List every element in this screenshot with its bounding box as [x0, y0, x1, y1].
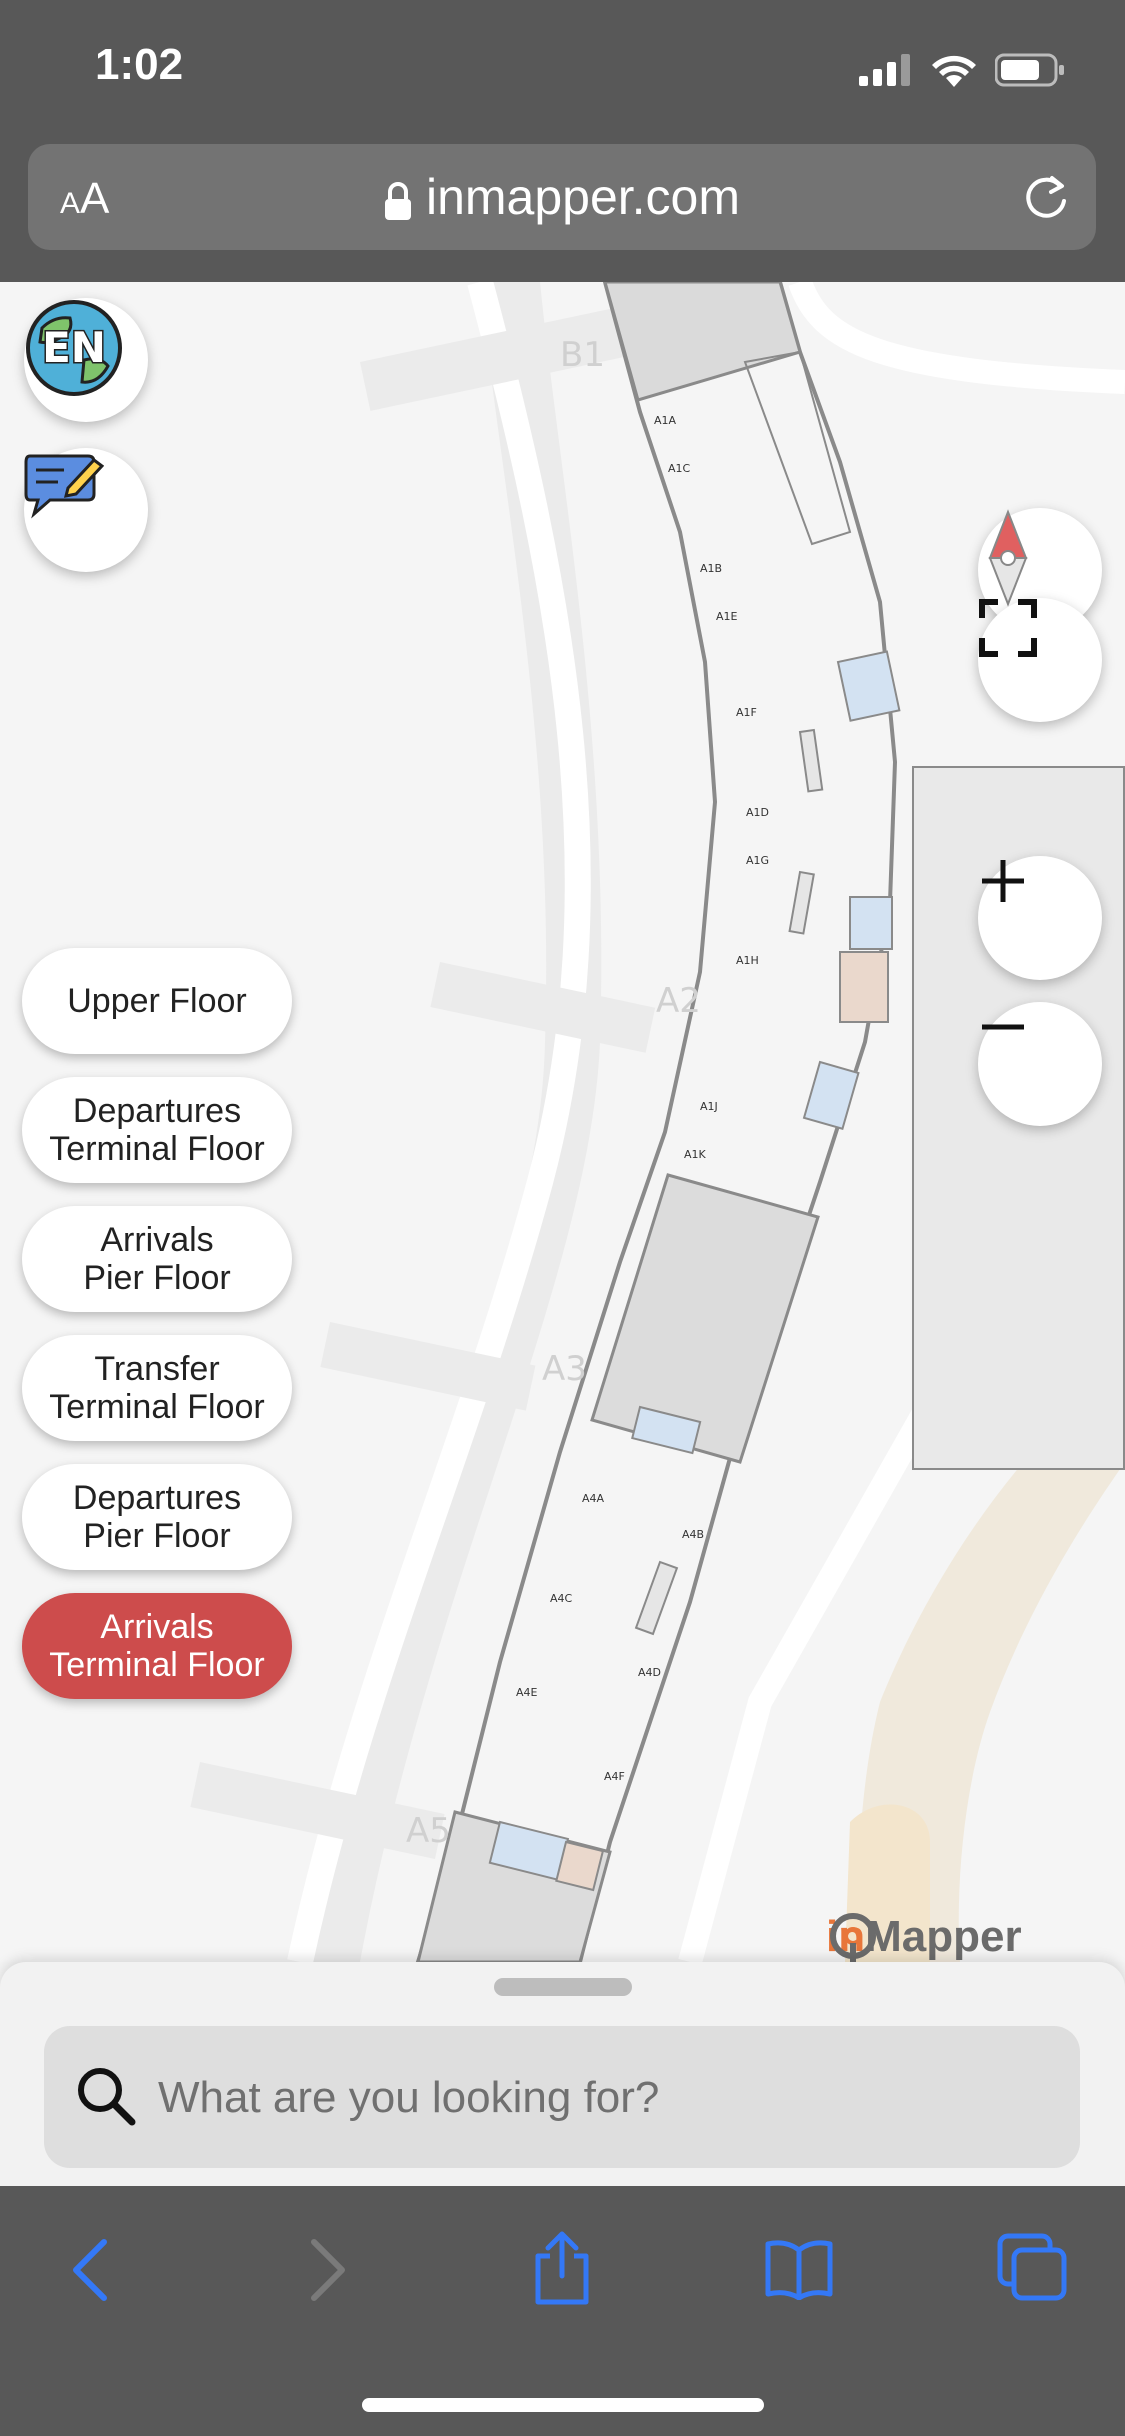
lock-icon: [384, 181, 411, 220]
sheet-drag-handle[interactable]: [494, 1978, 632, 1996]
plus-icon: [982, 860, 1024, 902]
gate-label[interactable]: A1F: [736, 706, 757, 719]
minus-icon: [982, 1024, 1024, 1030]
compass-icon: [988, 509, 1028, 607]
fullscreen-button[interactable]: [978, 598, 1102, 722]
gate-label[interactable]: A4E: [516, 1686, 538, 1699]
inmapper-logo: inMapper: [826, 1912, 1022, 1962]
feedback-button[interactable]: [24, 448, 148, 572]
floor-button-departures-terminal[interactable]: Departures Terminal Floor: [22, 1077, 292, 1183]
signal-icon: [859, 54, 910, 86]
battery-icon: [995, 53, 1064, 87]
gate-label[interactable]: A1D: [746, 806, 769, 819]
zone-label: A5: [406, 1811, 451, 1851]
url-display[interactable]: inmapper.com: [28, 168, 1096, 226]
gate-label[interactable]: A4C: [550, 1592, 573, 1605]
gate-label[interactable]: A4D: [638, 1666, 661, 1679]
gate-label[interactable]: A1A: [654, 414, 677, 427]
search-box[interactable]: [44, 2026, 1080, 2168]
gate-label[interactable]: A1G: [746, 854, 769, 867]
gate-label[interactable]: A1B: [700, 562, 722, 575]
zone-label: B1: [560, 335, 605, 375]
back-icon[interactable]: [70, 2238, 110, 2302]
address-bar-area: AA inmapper.com: [0, 140, 1125, 282]
floor-button-transfer-terminal[interactable]: Transfer Terminal Floor: [22, 1335, 292, 1441]
gate-label[interactable]: A4A: [582, 1492, 605, 1505]
globe-icon: EN: [26, 300, 122, 396]
wifi-icon: [932, 55, 976, 87]
floor-button-arrivals-terminal[interactable]: Arrivals Terminal Floor: [22, 1593, 292, 1699]
status-time: 1:02: [95, 40, 184, 89]
status-icons: [859, 48, 1065, 92]
zoom-in-button[interactable]: [978, 856, 1102, 980]
zoom-out-button[interactable]: [978, 1002, 1102, 1126]
search-input[interactable]: [156, 2054, 1040, 2142]
gate-label[interactable]: A1J: [700, 1100, 718, 1113]
forward-icon[interactable]: [308, 2238, 348, 2302]
search-sheet: [0, 1962, 1125, 2186]
map-pin-icon: [830, 1913, 876, 1962]
search-icon: [78, 2068, 136, 2126]
bookmarks-icon[interactable]: [764, 2238, 834, 2300]
zone-label: A3: [542, 1349, 587, 1389]
floor-button-arrivals-pier[interactable]: Arrivals Pier Floor: [22, 1206, 292, 1312]
gate-label[interactable]: A4B: [682, 1528, 704, 1541]
address-bar[interactable]: AA inmapper.com: [28, 144, 1096, 250]
gate-label[interactable]: A4F: [604, 1770, 625, 1783]
language-label: EN: [42, 323, 106, 372]
status-bar: 1:02: [0, 0, 1125, 140]
floor-button-upper[interactable]: Upper Floor: [22, 948, 292, 1054]
gate-label[interactable]: A1E: [716, 610, 738, 623]
map-view[interactable]: B1 A2 A3 A5 A1A A1C A1B A1E A1F A1D A1G …: [0, 282, 1125, 1962]
url-text: inmapper.com: [425, 169, 741, 225]
zone-label: A2: [656, 981, 701, 1021]
gate-label[interactable]: A1K: [684, 1148, 707, 1161]
fullscreen-icon: [979, 599, 1037, 657]
gate-label[interactable]: A1H: [736, 954, 759, 967]
reload-icon[interactable]: [1020, 170, 1074, 224]
tabs-icon[interactable]: [996, 2232, 1068, 2302]
language-button[interactable]: EN: [24, 298, 148, 422]
logo-mapper: Mapper: [865, 1912, 1022, 1961]
share-icon[interactable]: [530, 2230, 594, 2306]
gate-label[interactable]: A1C: [668, 462, 691, 475]
floor-button-departures-pier[interactable]: Departures Pier Floor: [22, 1464, 292, 1570]
feedback-icon: [24, 454, 104, 519]
home-indicator[interactable]: [362, 2398, 764, 2412]
